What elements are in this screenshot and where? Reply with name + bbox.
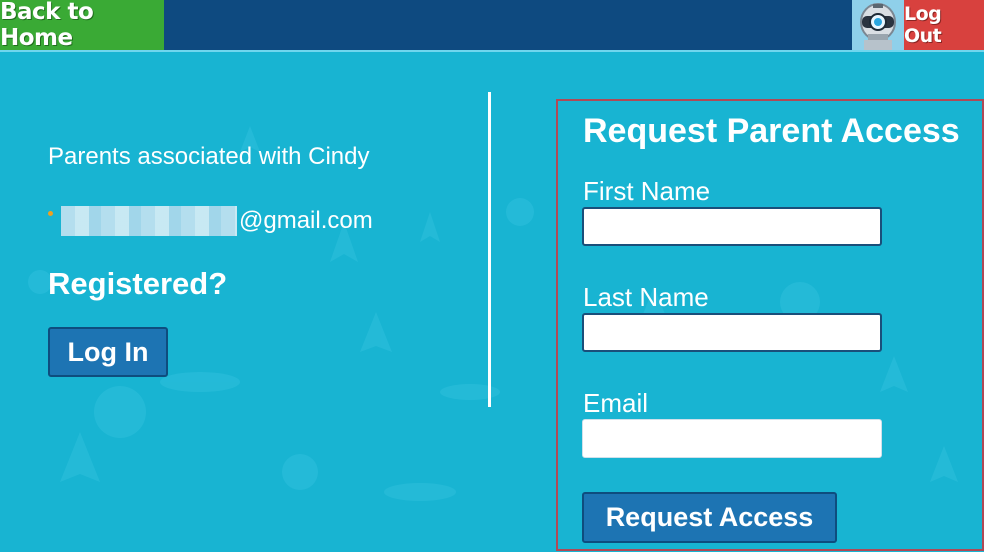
- registered-heading: Registered?: [48, 266, 228, 301]
- log-out-button[interactable]: Log Out: [904, 0, 984, 50]
- email-label: Email: [583, 388, 649, 418]
- first-name-input[interactable]: [582, 207, 882, 246]
- last-name-input[interactable]: [582, 313, 882, 352]
- associated-parents-text: Parents associated with Cindy: [48, 143, 370, 170]
- column-divider: [488, 92, 491, 407]
- bullet-dot-icon: [48, 211, 53, 216]
- email-input[interactable]: [582, 419, 882, 458]
- parent-email-row: @gmail.com: [48, 206, 373, 236]
- robot-avatar-icon[interactable]: [852, 0, 904, 50]
- top-nav-bar: Back to Home Log Out: [0, 0, 984, 52]
- last-name-label: Last Name: [583, 282, 709, 312]
- robot-avatar-graphic: [852, 0, 904, 50]
- redacted-email-block: [61, 206, 237, 236]
- request-access-button[interactable]: Request Access: [582, 492, 837, 543]
- first-name-label: First Name: [583, 176, 711, 206]
- request-parent-access-title: Request Parent Access: [583, 112, 960, 150]
- email-domain-text: @gmail.com: [239, 207, 373, 234]
- log-in-button[interactable]: Log In: [48, 327, 168, 377]
- back-to-home-button[interactable]: Back to Home: [0, 0, 164, 51]
